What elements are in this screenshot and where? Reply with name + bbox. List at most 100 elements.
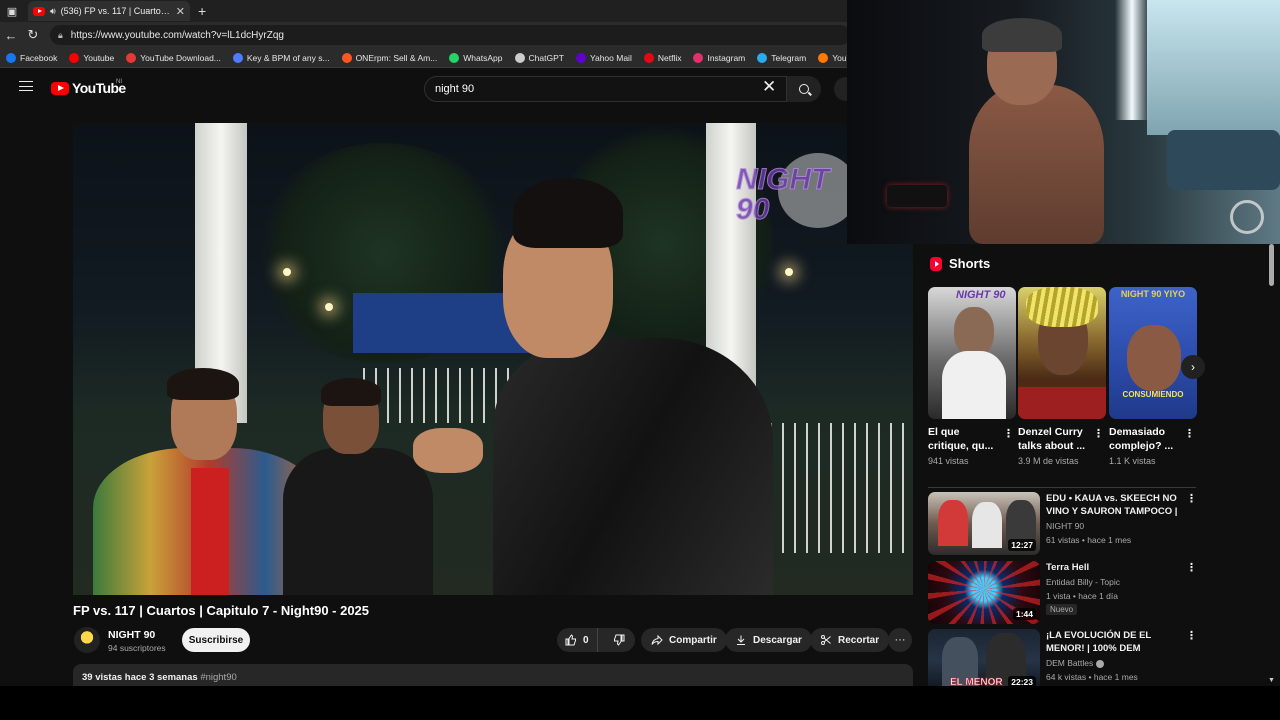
video-lamp bbox=[785, 268, 793, 276]
scrollbar[interactable]: ▼ bbox=[1268, 244, 1276, 684]
shorts-next-button[interactable]: › bbox=[1181, 355, 1205, 379]
short-card[interactable]: NIGHT 90 El que critique, qu... 941 vist… bbox=[928, 287, 1016, 466]
short-thumbnail[interactable] bbox=[1018, 287, 1106, 419]
thumbs-down-icon bbox=[614, 634, 625, 646]
recommended-menu-icon[interactable]: ⋮ bbox=[1186, 561, 1197, 574]
search-button[interactable] bbox=[787, 76, 821, 102]
scissors-icon bbox=[821, 635, 831, 645]
download-button[interactable]: Descargar bbox=[725, 628, 812, 652]
close-tab-icon[interactable]: ✕ bbox=[176, 5, 185, 18]
recommended-menu-icon[interactable]: ⋮ bbox=[1186, 629, 1197, 642]
recommended-title: ¡LA EVOLUCIÓN DE EL MENOR! | 100% DEM bbox=[1046, 630, 1152, 654]
recommended-thumbnail[interactable]: 1:44 bbox=[928, 561, 1040, 624]
recommended-channel: NIGHT 90 bbox=[1046, 521, 1085, 531]
video-player[interactable]: NIGHT 90 bbox=[73, 123, 913, 595]
bookmark-label: Instagram bbox=[707, 52, 746, 63]
short-thumbnail-caption: CONSUMIENDO bbox=[1122, 390, 1184, 399]
bookmark-item[interactable]: ChatGPT bbox=[514, 52, 564, 63]
bookmark-favicon-icon bbox=[693, 52, 704, 63]
like-dislike-group: 0 bbox=[557, 628, 635, 652]
bookmark-favicon-icon bbox=[449, 52, 460, 63]
new-tab-icon[interactable]: + bbox=[198, 3, 206, 19]
country-code: NI bbox=[116, 79, 122, 85]
recommended-video[interactable]: 12:27 EDU • KAUA vs. SKEECH NO VINO Y SA… bbox=[928, 492, 1198, 556]
webcam-overlay bbox=[847, 0, 1280, 244]
recommended-title: EDU • KAUA vs. SKEECH NO VINO Y SAURON T… bbox=[1046, 493, 1178, 517]
browser-tab[interactable]: 🔊︎ (536) FP vs. 117 | Cuartos | C ✕ bbox=[28, 1, 190, 21]
recommended-channel: Entidad Billy - Topic bbox=[1046, 577, 1121, 587]
bookmark-item[interactable]: Telegram bbox=[757, 52, 807, 63]
subscribe-button[interactable]: Suscribirse bbox=[182, 628, 250, 652]
description-stats: 39 vistas hace 3 semanas bbox=[82, 672, 198, 683]
bookmark-item[interactable]: Netflix bbox=[643, 52, 681, 63]
mute-tab-icon[interactable]: 🔊︎ bbox=[50, 6, 56, 17]
bookmark-item[interactable]: WhatsApp bbox=[449, 52, 503, 63]
scrollbar-thumb[interactable] bbox=[1269, 244, 1274, 286]
bookmark-favicon-icon bbox=[643, 52, 654, 63]
video-watermark-text: NIGHT 90 bbox=[736, 163, 830, 226]
short-card[interactable]: NIGHT 90 YIYO CONSUMIENDO Demasiado comp… bbox=[1109, 287, 1197, 466]
bookmark-favicon-icon bbox=[575, 52, 586, 63]
address-bar[interactable]: 🔒︎ https://www.youtube.com/watch?v=lL1dc… bbox=[50, 25, 850, 45]
short-menu-icon[interactable]: ⋮ bbox=[1003, 427, 1014, 440]
bookmark-label: Telegram bbox=[771, 52, 807, 63]
shorts-header: Shorts bbox=[930, 256, 990, 271]
shorts-title: Shorts bbox=[949, 256, 991, 271]
share-icon bbox=[651, 634, 663, 646]
recommended-meta: 1 vista • hace 1 día bbox=[1046, 591, 1118, 601]
dislike-button[interactable] bbox=[604, 634, 635, 646]
short-thumbnail[interactable]: NIGHT 90 YIYO CONSUMIENDO bbox=[1109, 287, 1197, 419]
bookmark-label: YouTube Download... bbox=[140, 52, 221, 63]
clear-search-icon[interactable]: ✕ bbox=[762, 78, 776, 96]
chevron-right-icon: › bbox=[1191, 360, 1195, 374]
menu-icon[interactable] bbox=[19, 81, 33, 91]
search-input[interactable]: night 90 bbox=[424, 76, 787, 102]
recommended-meta: 61 vistas • hace 1 mes bbox=[1046, 535, 1132, 545]
scroll-down-icon[interactable]: ▼ bbox=[1268, 677, 1275, 684]
short-menu-icon[interactable]: ⋮ bbox=[1093, 427, 1104, 440]
youtube-favicon-icon bbox=[33, 6, 45, 16]
bookmark-item[interactable]: Facebook bbox=[6, 52, 57, 63]
tab-actions-icon[interactable]: ▣ bbox=[0, 0, 24, 22]
bookmark-favicon-icon bbox=[69, 52, 80, 63]
bookmark-item[interactable]: Youtube bbox=[69, 52, 114, 63]
url-text: https://www.youtube.com/watch?v=lL1dcHyr… bbox=[70, 29, 284, 41]
video-duration: 1:44 bbox=[1012, 608, 1036, 620]
streamer-logo-icon bbox=[1230, 200, 1264, 234]
bookmark-item[interactable]: Yahoo Mail bbox=[575, 52, 632, 63]
short-title: Demasiado complejo? ... bbox=[1109, 426, 1174, 452]
bookmark-item[interactable]: Key & BPM of any s... bbox=[232, 52, 330, 63]
back-icon[interactable]: ← bbox=[0, 28, 22, 43]
bookmark-label: ChatGPT bbox=[528, 52, 564, 63]
bookmark-item[interactable]: Instagram bbox=[693, 52, 746, 63]
share-button[interactable]: Compartir bbox=[641, 628, 727, 652]
bookmark-favicon-icon bbox=[757, 52, 768, 63]
video-fence bbox=[758, 423, 913, 553]
more-actions-button[interactable]: ··· bbox=[888, 628, 912, 652]
shorts-icon bbox=[930, 256, 942, 271]
channel-name[interactable]: NIGHT 90 bbox=[108, 629, 155, 641]
description-hashtag[interactable]: #night90 bbox=[200, 672, 236, 683]
site-info-icon[interactable]: 🔒︎ bbox=[58, 30, 63, 41]
short-thumbnail[interactable]: NIGHT 90 bbox=[928, 287, 1016, 419]
recommended-video[interactable]: EL MENOR 22:23 ¡LA EVOLUCIÓN DE EL MENOR… bbox=[928, 629, 1198, 693]
short-menu-icon[interactable]: ⋮ bbox=[1184, 427, 1195, 440]
bookmark-favicon-icon bbox=[818, 52, 829, 63]
short-card[interactable]: Denzel Curry talks about ... 3.9 M de vi… bbox=[1018, 287, 1106, 466]
bookmark-item[interactable]: YouTube Download... bbox=[126, 52, 221, 63]
recommended-menu-icon[interactable]: ⋮ bbox=[1186, 492, 1197, 505]
verified-badge-icon bbox=[1096, 659, 1105, 668]
bookmark-favicon-icon bbox=[232, 52, 243, 63]
recommended-thumbnail[interactable]: EL MENOR 22:23 bbox=[928, 629, 1040, 692]
clip-button[interactable]: Recortar bbox=[810, 628, 890, 652]
reload-icon[interactable]: ↻ bbox=[22, 27, 44, 43]
short-views: 1.1 K vistas bbox=[1109, 456, 1156, 466]
bookmark-label: Yahoo Mail bbox=[589, 52, 632, 63]
like-button[interactable]: 0 bbox=[557, 628, 598, 652]
channel-avatar[interactable] bbox=[74, 627, 100, 653]
recommended-video[interactable]: 1:44 Terra Hell Entidad Billy - Topic 1 … bbox=[928, 561, 1198, 625]
video-watermark: NIGHT 90 bbox=[728, 153, 858, 228]
youtube-logo[interactable]: YouTube bbox=[51, 80, 126, 96]
bookmark-item[interactable]: ONErpm: Sell & Am... bbox=[341, 52, 437, 63]
recommended-thumbnail[interactable]: 12:27 bbox=[928, 492, 1040, 555]
